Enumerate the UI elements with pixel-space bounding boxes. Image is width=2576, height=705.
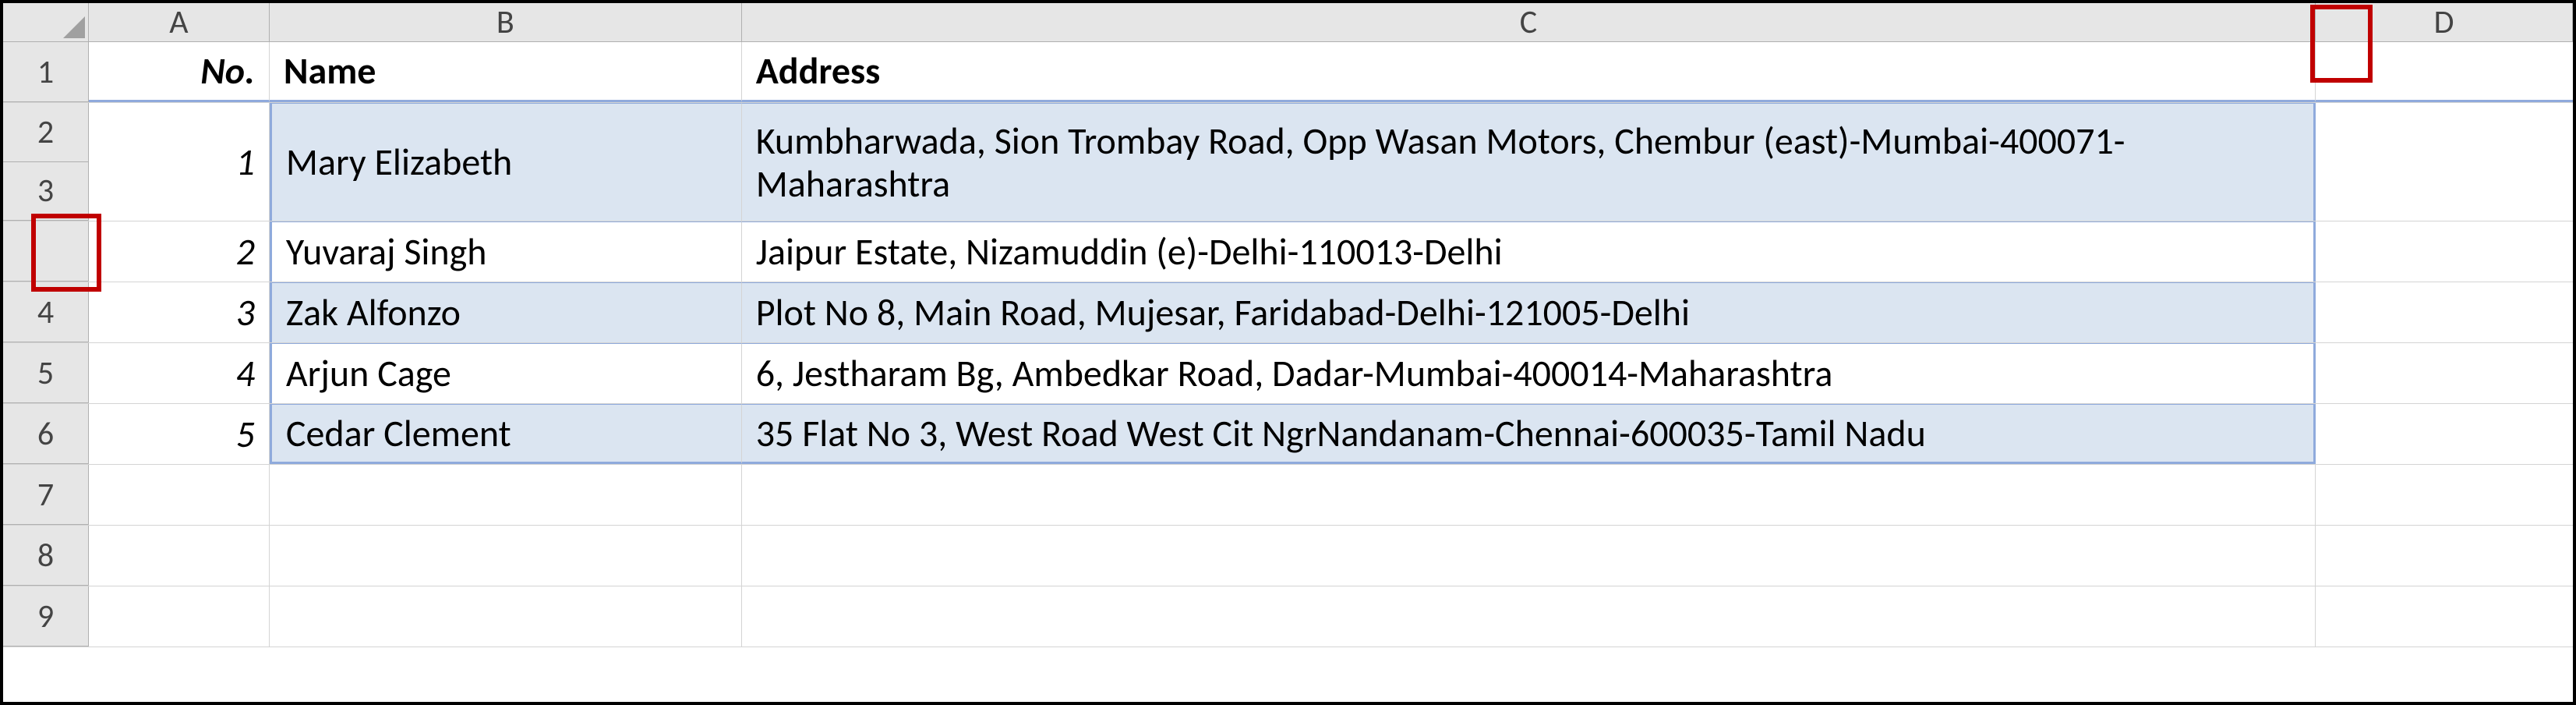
row-8: 8 — [3, 526, 2573, 586]
row-number: 6 — [37, 414, 54, 454]
cell-C7[interactable] — [742, 465, 2316, 525]
spreadsheet[interactable]: A B C D 1 No. Name Address 2 3 1 Mary El… — [0, 0, 2576, 705]
cell-B7[interactable] — [270, 465, 742, 525]
row-header-6[interactable]: 6 — [3, 404, 89, 464]
cell-D9[interactable] — [2316, 586, 2573, 647]
row-number: 8 — [37, 536, 54, 576]
cell-B3[interactable]: Yuvaraj Singh — [270, 221, 742, 282]
row-header-8[interactable]: 8 — [3, 526, 89, 586]
row-number: 9 — [37, 597, 54, 636]
cell-B2[interactable]: Mary Elizabeth — [270, 103, 742, 221]
cell-B6[interactable]: Cedar Clement — [270, 404, 742, 464]
cell-A3[interactable]: 2 — [89, 221, 270, 282]
cell-C5[interactable]: 6, Jestharam Bg, Ambedkar Road, Dadar-Mu… — [742, 343, 2316, 403]
row-header-1[interactable]: 1 — [3, 42, 89, 102]
row-1: 1 No. Name Address — [3, 42, 2573, 103]
cell-D6[interactable] — [2316, 404, 2573, 464]
cell-A7[interactable] — [89, 465, 270, 525]
column-header-D[interactable]: D — [2316, 3, 2573, 41]
cell-D1[interactable] — [2316, 42, 2573, 102]
cell-C6[interactable]: 35 Flat No 3, West Road West Cit NgrNand… — [742, 404, 2316, 464]
row-number: 4 — [37, 292, 54, 332]
row-3-data: 2 Yuvaraj Singh Jaipur Estate, Nizamuddi… — [3, 221, 2573, 282]
row-number: 7 — [37, 475, 54, 515]
cell-A8[interactable] — [89, 526, 270, 586]
cell-C8[interactable] — [742, 526, 2316, 586]
row-6: 6 5 Cedar Clement 35 Flat No 3, West Roa… — [3, 404, 2573, 465]
cell-B9[interactable] — [270, 586, 742, 647]
row-2-3: 2 3 1 Mary Elizabeth Kumbharwada, Sion T… — [3, 103, 2573, 221]
row-4: 4 3 Zak Alfonzo Plot No 8, Main Road, Mu… — [3, 282, 2573, 343]
cell-A4[interactable]: 3 — [89, 282, 270, 342]
cell-A9[interactable] — [89, 586, 270, 647]
row-header-3b[interactable] — [3, 221, 89, 282]
cell-A2[interactable]: 1 — [89, 103, 270, 221]
row-header-2-3[interactable]: 2 3 — [3, 103, 89, 221]
cell-C2[interactable]: Kumbharwada, Sion Trombay Road, Opp Wasa… — [742, 103, 2316, 221]
cell-C1[interactable]: Address — [742, 42, 2316, 102]
cell-B8[interactable] — [270, 526, 742, 586]
select-all-triangle[interactable] — [3, 3, 89, 41]
row-header-9[interactable]: 9 — [3, 586, 89, 647]
cell-C4[interactable]: Plot No 8, Main Road, Mujesar, Faridabad… — [742, 282, 2316, 342]
cell-C9[interactable] — [742, 586, 2316, 647]
cell-D5[interactable] — [2316, 343, 2573, 403]
row-header-4[interactable]: 4 — [3, 282, 89, 342]
row-number: 3 — [3, 162, 88, 221]
row-header-7[interactable]: 7 — [3, 465, 89, 525]
column-header-A[interactable]: A — [89, 3, 270, 41]
cell-A5[interactable]: 4 — [89, 343, 270, 403]
cell-D8[interactable] — [2316, 526, 2573, 586]
cell-B5[interactable]: Arjun Cage — [270, 343, 742, 403]
row-7: 7 — [3, 465, 2573, 526]
cell-D3[interactable] — [2316, 221, 2573, 282]
row-number: 5 — [37, 353, 54, 393]
cell-C3[interactable]: Jaipur Estate, Nizamuddin (e)-Delhi-1100… — [742, 221, 2316, 282]
row-5: 5 4 Arjun Cage 6, Jestharam Bg, Ambedkar… — [3, 343, 2573, 404]
column-header-C[interactable]: C — [742, 3, 2316, 41]
column-header-B[interactable]: B — [270, 3, 742, 41]
cell-D4[interactable] — [2316, 282, 2573, 342]
column-header-row: A B C D — [3, 3, 2573, 42]
cell-D7[interactable] — [2316, 465, 2573, 525]
cell-A1[interactable]: No. — [89, 42, 270, 102]
row-header-5[interactable]: 5 — [3, 343, 89, 403]
cell-A6[interactable]: 5 — [89, 404, 270, 464]
cell-B1[interactable]: Name — [270, 42, 742, 102]
cell-B4[interactable]: Zak Alfonzo — [270, 282, 742, 342]
row-number: 1 — [37, 52, 54, 92]
row-number: 2 — [3, 103, 88, 162]
cell-D2[interactable] — [2316, 103, 2573, 221]
row-9: 9 — [3, 586, 2573, 647]
